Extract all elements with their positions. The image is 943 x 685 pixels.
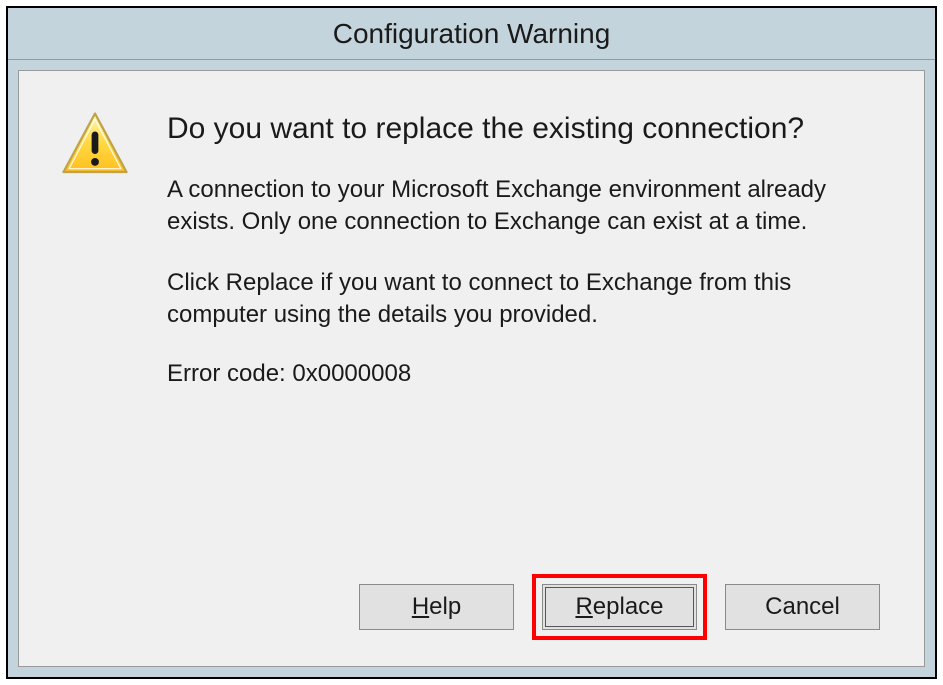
cancel-button[interactable]: Cancel (725, 584, 880, 630)
dialog-paragraph-1: A connection to your Microsoft Exchange … (167, 174, 864, 239)
configuration-warning-dialog: Configuration Warning (6, 6, 937, 679)
titlebar: Configuration Warning (8, 8, 935, 60)
body-row: Do you want to replace the existing conn… (59, 109, 884, 388)
dialog-heading: Do you want to replace the existing conn… (167, 109, 864, 148)
button-row: Help Replace Cancel (59, 574, 884, 646)
dialog-title: Configuration Warning (333, 18, 611, 50)
replace-button[interactable]: Replace (542, 584, 697, 630)
warning-icon (59, 109, 139, 186)
help-button-label: Help (412, 593, 461, 621)
cancel-button-label: Cancel (765, 593, 840, 621)
help-button[interactable]: Help (359, 584, 514, 630)
dialog-paragraph-2: Click Replace if you want to connect to … (167, 267, 864, 332)
dialog-content: Do you want to replace the existing conn… (18, 70, 925, 667)
error-code-text: Error code: 0x0000008 (167, 360, 864, 388)
text-column: Do you want to replace the existing conn… (167, 109, 884, 388)
highlighted-button-frame: Replace (532, 574, 707, 640)
replace-button-label: Replace (575, 593, 663, 621)
